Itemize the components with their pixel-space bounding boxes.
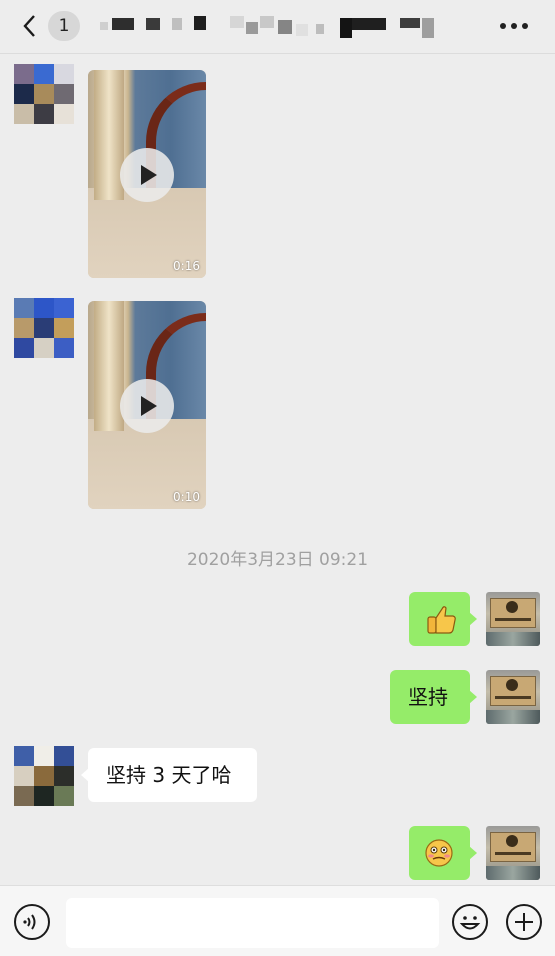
self-avatar[interactable] <box>486 592 540 646</box>
chat-title-redacted <box>100 14 440 40</box>
play-icon[interactable] <box>120 148 174 202</box>
text-message-bubble[interactable]: 坚持 3 天了哈 <box>81 748 257 802</box>
more-button[interactable] <box>500 20 530 32</box>
emoji-message-bubble[interactable] <box>409 826 477 880</box>
contact-avatar[interactable] <box>14 64 74 124</box>
plus-icon <box>515 913 533 931</box>
plus-button[interactable] <box>506 904 542 940</box>
self-avatar[interactable] <box>486 670 540 724</box>
self-avatar[interactable] <box>486 826 540 880</box>
back-button[interactable]: 1 <box>22 10 82 42</box>
voice-icon <box>23 914 36 930</box>
emoji-message-bubble[interactable] <box>409 592 477 646</box>
emoji-icon <box>459 916 481 930</box>
video-duration: 0:16 <box>173 259 200 273</box>
awkward-face-icon <box>425 839 453 867</box>
message-input[interactable] <box>66 898 439 948</box>
unread-badge: 1 <box>48 11 80 41</box>
text-message-bubble[interactable]: 坚持 <box>390 670 477 724</box>
input-bar <box>0 885 555 956</box>
voice-button[interactable] <box>14 904 50 940</box>
play-icon[interactable] <box>120 379 174 433</box>
thumbs-up-icon <box>427 606 456 634</box>
emoji-button[interactable] <box>452 904 488 940</box>
video-duration: 0:10 <box>173 490 200 504</box>
contact-avatar[interactable] <box>14 298 74 358</box>
chevron-left-icon <box>23 15 35 37</box>
video-message[interactable]: 0:10 <box>88 301 206 509</box>
chat-timestamp: 2020年3月23日 09:21 <box>186 550 369 570</box>
video-message[interactable]: 0:16 <box>88 70 206 278</box>
chat-header: 1 <box>0 0 555 54</box>
contact-avatar[interactable] <box>14 746 74 806</box>
